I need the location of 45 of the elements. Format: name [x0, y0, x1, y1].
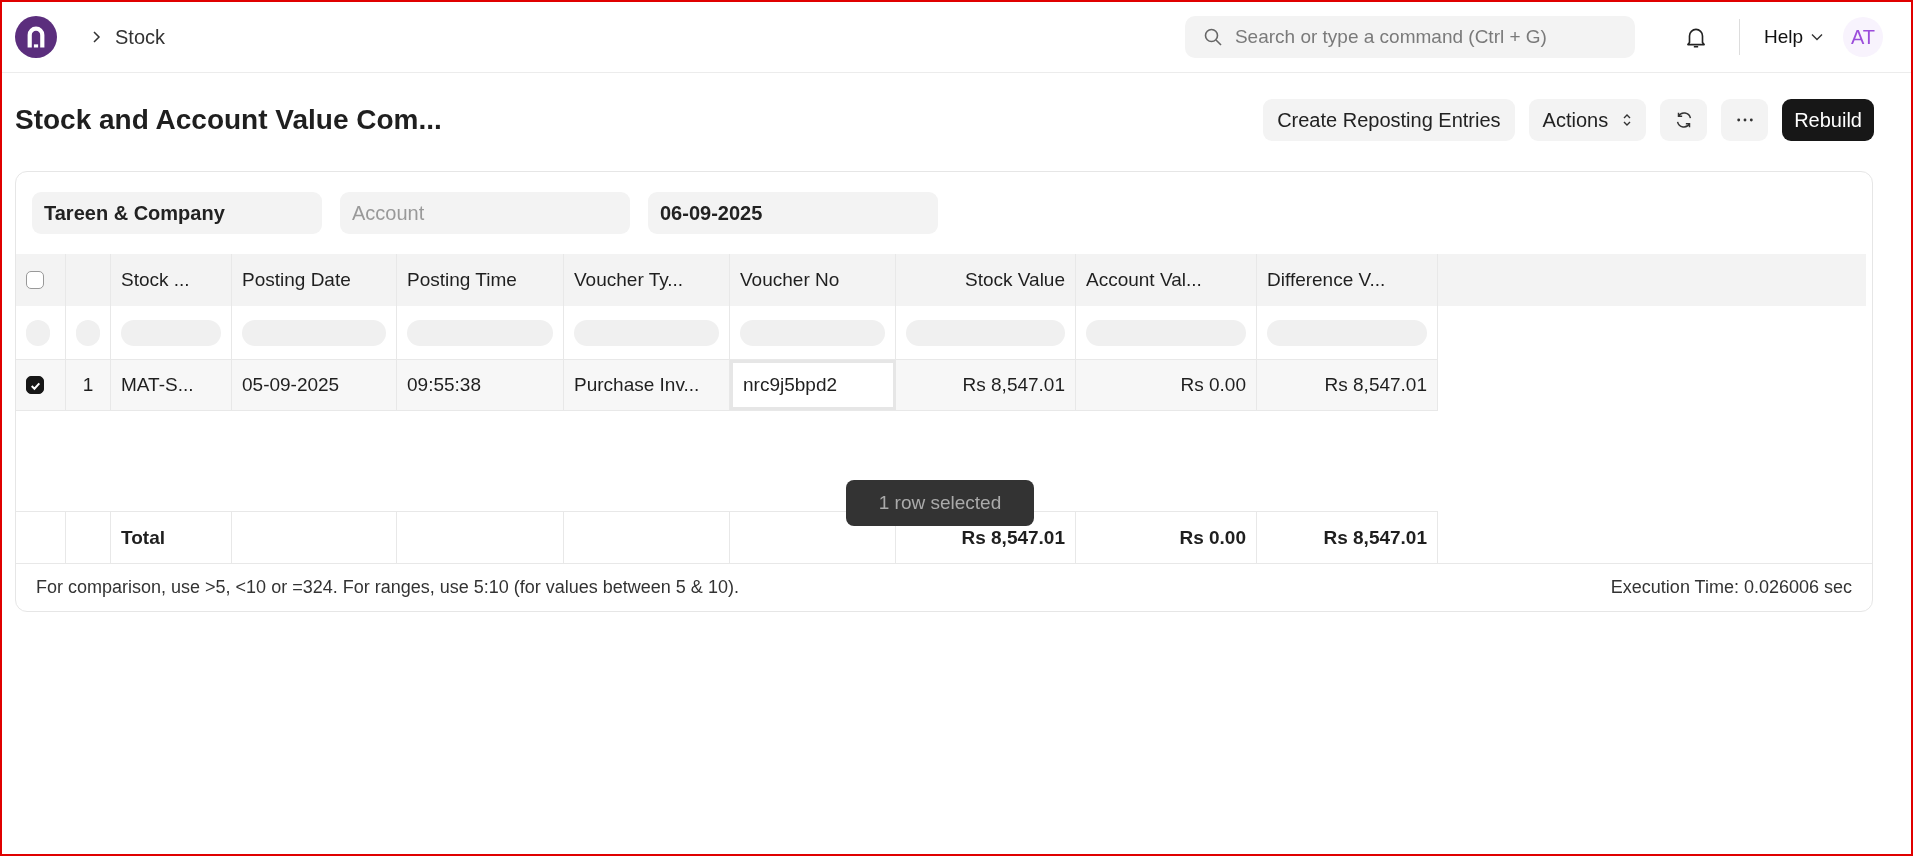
filter-hint: For comparison, use >5, <10 or =324. For ranges, use 5:10 (for values between 5 & 10). — [36, 577, 739, 598]
breadcrumb-link[interactable]: Stock — [115, 25, 166, 49]
app-logo[interactable] — [15, 16, 57, 58]
table-cell: nrc9j5bpd2 — [743, 374, 838, 396]
chevron-down-icon — [1811, 33, 1823, 41]
table-cell: Rs 8,547.01 — [962, 374, 1065, 396]
more-icon — [1735, 117, 1754, 123]
select-all-checkbox[interactable] — [26, 271, 44, 289]
table-cell: Rs 8,547.01 — [1324, 374, 1427, 396]
total-cell: Rs 0.00 — [1179, 526, 1246, 549]
execution-time: Execution Time: 0.026006 sec — [1610, 577, 1852, 598]
filter-field[interactable]: Account — [340, 192, 630, 234]
total-label: Total — [121, 526, 165, 549]
chevron-right-icon — [91, 30, 101, 44]
total-cell: Rs 8,547.01 — [1323, 526, 1427, 549]
column-header[interactable]: Voucher No — [740, 269, 840, 291]
refresh-button[interactable] — [1660, 99, 1708, 141]
column-header[interactable]: Posting Date — [242, 269, 351, 291]
search-icon — [1202, 27, 1223, 47]
column-header[interactable]: Stock Value — [965, 269, 1065, 291]
filter-field[interactable]: 06-09-2025 — [648, 192, 938, 234]
column-header[interactable]: Posting Time — [407, 269, 517, 291]
total-cell: Rs 8,547.01 — [961, 526, 1065, 549]
column-header[interactable]: Account Val... — [1086, 269, 1202, 291]
create-reposting-button[interactable]: Create Reposting Entries — [1263, 99, 1515, 141]
table-cell: Purchase Inv... — [574, 374, 700, 396]
selection-toast: 1 row selected — [846, 480, 1034, 526]
more-button[interactable] — [1721, 99, 1769, 141]
column-header[interactable]: Voucher Ty... — [574, 269, 684, 291]
table-cell: MAT-S... — [121, 374, 194, 396]
row-checkbox[interactable] — [26, 376, 44, 394]
rebuild-button[interactable]: Rebuild — [1782, 99, 1874, 141]
user-avatar[interactable]: AT — [1843, 17, 1883, 57]
search-field[interactable]: Search or type a command (Ctrl + G) — [1184, 16, 1635, 58]
up-down-chevron-icon — [1622, 112, 1633, 128]
table-cell: Rs 0.00 — [1180, 374, 1246, 396]
column-header[interactable]: Stock ... — [121, 269, 190, 291]
column-header[interactable]: Difference V... — [1267, 269, 1386, 291]
page-title: Stock and Account Value Com... — [15, 104, 442, 136]
row-number: 1 — [82, 374, 94, 396]
filter-field[interactable]: Tareen & Company — [32, 192, 322, 234]
help-menu[interactable]: Help — [1763, 26, 1823, 48]
table-cell: 05-09-2025 — [242, 374, 340, 396]
actions-dropdown[interactable]: Actions — [1528, 99, 1647, 141]
table-cell: 09:55:38 — [407, 374, 481, 396]
